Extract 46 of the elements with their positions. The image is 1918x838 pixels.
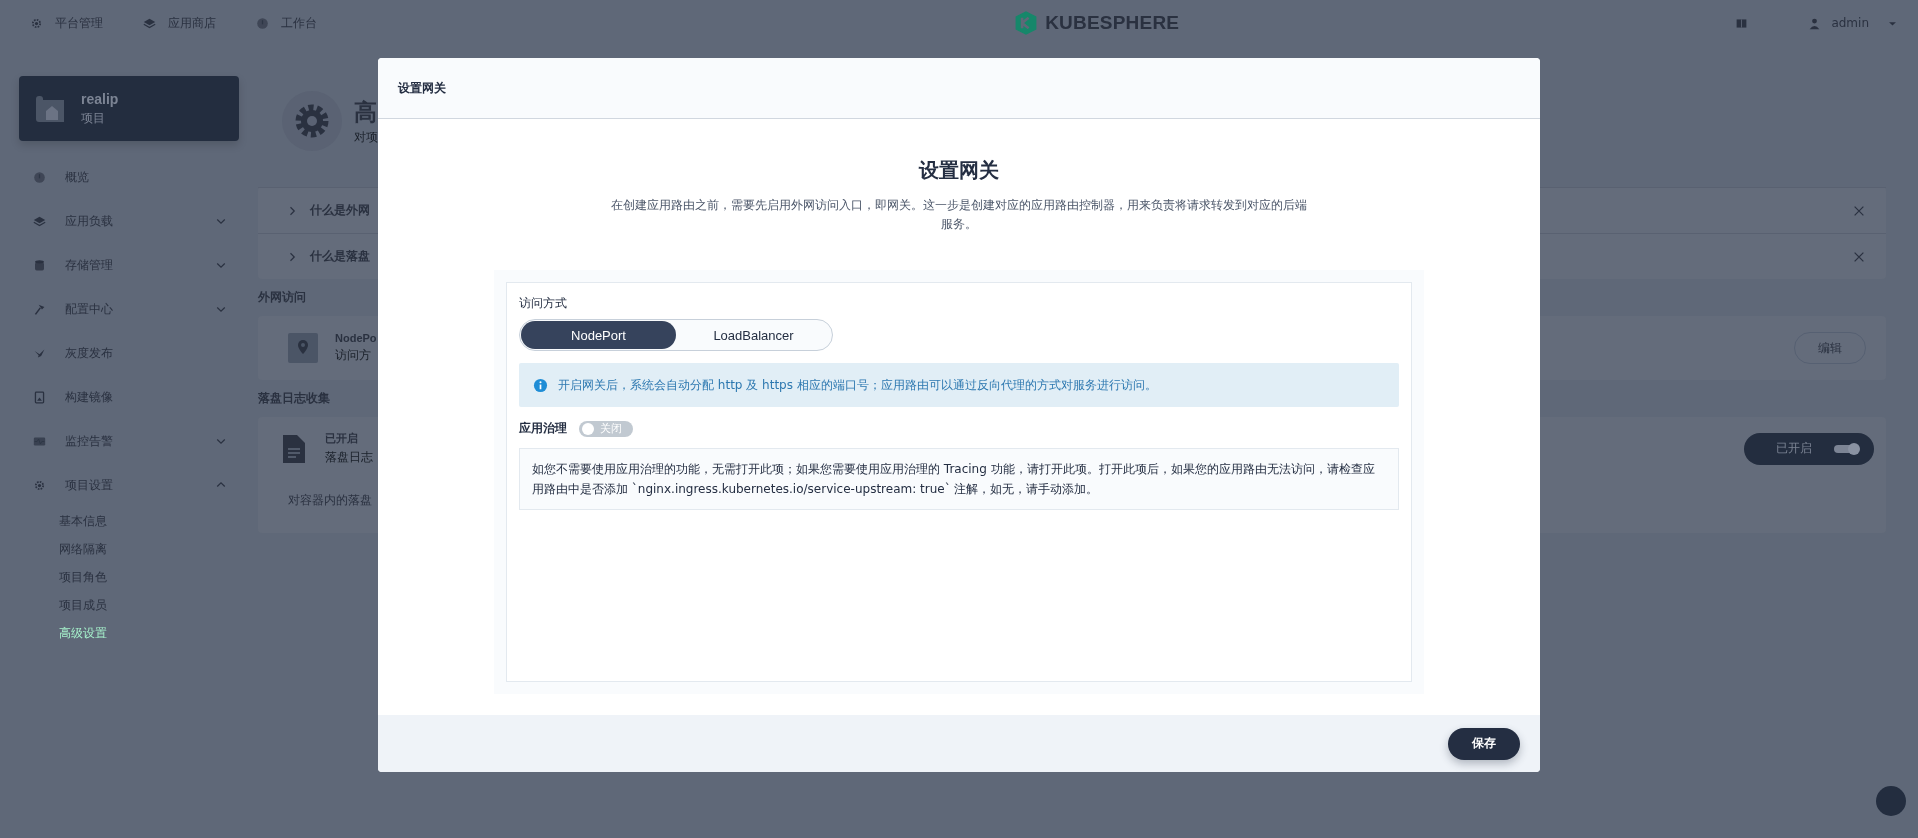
hammer-icon (33, 302, 46, 316)
section-label: 外网访问 (258, 289, 306, 306)
logo-text: KUBESPHERE (1045, 12, 1180, 34)
field-label: 应用治理 (519, 420, 567, 437)
dial-icon (256, 16, 269, 30)
note-text: 如您不需要使用应用治理的功能，无需打开此项；如果您需要使用应用治理的 Tracing 功能，请打开此项。打开此项后，如果您的应用路由无法访问，请检查应用路由中是否添加 `nginx.ingress.kubernetes.io/service-upstream: true` 注解，如无，请手动添加。 (519, 448, 1399, 510)
project-card[interactable]: realip 项目 (19, 76, 239, 141)
section-label: 落盘日志收集 (258, 390, 330, 407)
toggle-switch[interactable]: 关闭 (579, 420, 633, 437)
page-title: 高 (354, 97, 378, 127)
field-label: 访问方式 (519, 295, 568, 312)
page-description: 对项 (354, 128, 378, 146)
gear-icon (282, 91, 342, 151)
sidebar-subitem[interactable]: 高级设置 (19, 619, 239, 647)
document-icon (283, 434, 305, 463)
segment-option[interactable]: NodePort (521, 321, 676, 349)
layers-icon (143, 16, 156, 30)
user-icon (1808, 16, 1822, 30)
floating-button[interactable] (1876, 786, 1906, 816)
project-type: 项目 (81, 109, 106, 127)
modal-title: 设置网关 (378, 58, 1540, 119)
log-status: 已开启 (325, 431, 358, 446)
location-pin-icon (288, 333, 318, 363)
pulse-icon (33, 434, 46, 448)
book-icon (1735, 16, 1749, 30)
gateway-type: NodePo (335, 332, 377, 344)
modal-description: 在创建应用路由之前，需要先启用外网访问入口，即网关。这一步是创建对应的应用路由控制器，用来负责将请求转发到对应的后端服务。 (610, 197, 1308, 233)
project-icon (35, 93, 65, 124)
database-icon (33, 258, 46, 272)
segment-option[interactable]: LoadBalancer (676, 321, 831, 349)
gateway-detail: 访问方 (335, 347, 371, 364)
user-menu[interactable]: admin (1808, 16, 1898, 30)
tip-title: 什么是外网 (310, 202, 370, 219)
save-button[interactable]: 保存 (1448, 727, 1520, 760)
toggle-switch[interactable]: 已开启 (1744, 432, 1874, 465)
log-detail: 落盘日志 (325, 449, 373, 466)
info-icon (533, 377, 548, 393)
layers-icon (33, 214, 46, 228)
gear-icon (30, 16, 43, 30)
project-name: realip (81, 90, 119, 107)
info-text: 开启网关后，系统会自动分配 http 及 https 相应的端口号；应用路由可以通过反向代理的方式对服务进行访问。 (558, 376, 1157, 394)
gear-icon (33, 478, 46, 492)
dial-icon (33, 170, 46, 184)
tip-title: 什么是落盘 (310, 248, 370, 265)
modal-heading: 设置网关 (919, 157, 999, 184)
picture-frame-icon (33, 390, 46, 404)
